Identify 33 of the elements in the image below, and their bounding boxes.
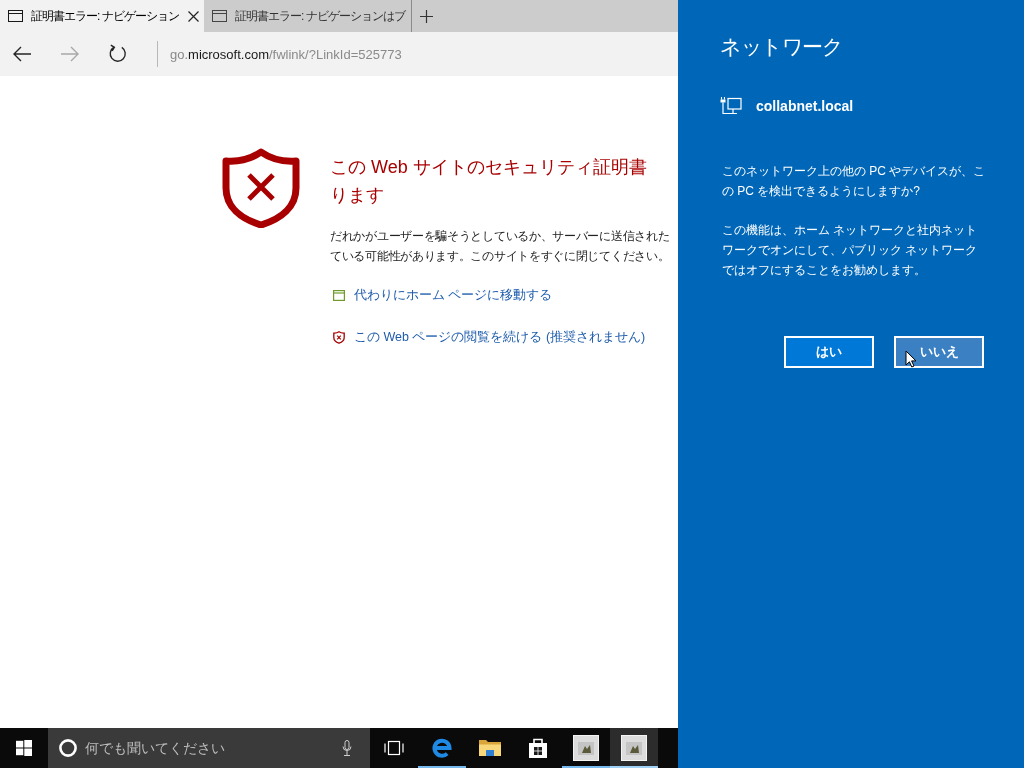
search-field[interactable]: 何でも聞いてください	[48, 728, 370, 768]
plus-icon	[420, 9, 434, 23]
continue-link[interactable]: この Web ページの閲覧を続ける (推奨されません)	[330, 327, 646, 347]
panel-text: このネットワーク上の他の PC やデバイスが、この PC を検出できるようにしますか?	[722, 163, 987, 200]
mouse-pointer-icon	[905, 350, 917, 368]
window-frame-icon	[384, 740, 404, 756]
picture-icon	[621, 735, 647, 761]
close-icon	[188, 10, 200, 22]
page-icon	[8, 10, 23, 22]
monitor-icon	[720, 97, 742, 115]
picture-icon	[573, 735, 599, 761]
browser-tab[interactable]: 証明書エラー: ナビゲーション	[0, 0, 204, 32]
shopping-bag-icon	[528, 737, 548, 759]
error-title: ります	[330, 184, 385, 207]
page-icon	[333, 289, 345, 301]
home-page-link[interactable]: 代わりにホーム ページに移動する	[330, 285, 553, 305]
network-name: collabnet.local	[756, 98, 854, 114]
error-message: だれかがユーザーを騙そうとしているか、サーバーに送信された	[330, 228, 670, 245]
taskbar-app-button[interactable]	[610, 728, 658, 768]
no-button[interactable]: いいえ	[894, 336, 984, 368]
shield-x-icon	[222, 148, 300, 228]
ring-icon	[59, 739, 77, 757]
panel-text: この機能は、ホーム ネットワークと社内ネットワークでオンにして、パブリック ネットワークではオフにすることをお勧めします。	[722, 222, 979, 279]
window-panes-icon	[16, 740, 32, 756]
yes-button[interactable]: はい	[784, 336, 874, 368]
microphone-icon[interactable]	[342, 740, 352, 756]
folder-icon	[478, 738, 502, 758]
panel-title: ネットワーク	[720, 34, 842, 60]
e-logo-icon	[431, 737, 453, 759]
page-icon	[212, 10, 227, 22]
error-title: この Web サイトのセキュリティ証明書	[330, 156, 648, 179]
error-message: ている可能性があります。このサイトをすぐに閉じてください。	[330, 248, 670, 265]
shield-x-icon	[333, 330, 345, 344]
